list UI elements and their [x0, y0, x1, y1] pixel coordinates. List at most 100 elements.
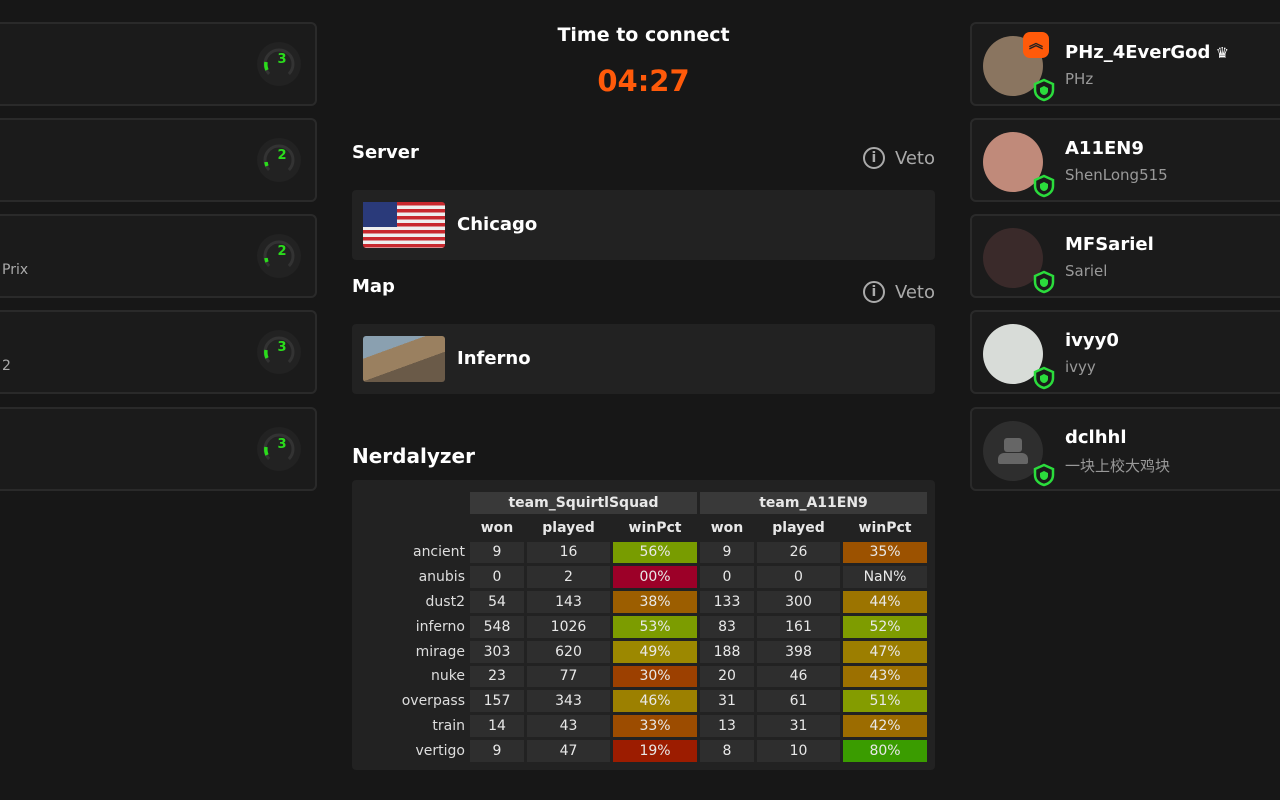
info-icon: i: [862, 147, 885, 169]
map-stats-table: team_SquirtlSquad team_A11EN9 won played wi…: [366, 489, 930, 765]
avatar: [983, 228, 1055, 294]
player-card[interactable]: ︽ PHz_4EverGod ♛ PHz: [970, 22, 1280, 106]
skill-level-badge: 3: [257, 42, 301, 86]
played-cell: 77: [527, 665, 610, 688]
player-card[interactable]: dclhhl 一块上校大鸡块: [970, 407, 1280, 491]
skill-level: 3: [277, 340, 287, 355]
winpct-cell: 42%: [843, 715, 927, 737]
won-cell: 8: [700, 739, 754, 762]
skill-level-badge: 2: [257, 234, 301, 278]
skill-level: 3: [277, 437, 287, 452]
avatar: [983, 421, 1055, 487]
col-winpct: winPct: [628, 519, 682, 536]
server-veto-button[interactable]: i Veto: [862, 147, 935, 169]
table-row: train 14 43 33% 13 31 42%: [369, 715, 927, 737]
skill-level: 3: [277, 52, 287, 67]
player-card[interactable]: A11EN9 ShenLong515: [970, 118, 1280, 202]
map-name: train: [432, 718, 465, 735]
played-cell: 46: [757, 665, 840, 688]
winpct-cell: 19%: [613, 739, 697, 762]
winpct-cell: 52%: [843, 615, 927, 638]
col-winpct: winPct: [858, 519, 912, 536]
winpct-cell: 00%: [613, 566, 697, 589]
player-nickname: Prix: [2, 262, 29, 278]
winpct-cell: 51%: [843, 690, 927, 713]
winpct-cell: NaN%: [843, 566, 927, 589]
winpct-cell: 44%: [843, 591, 927, 613]
server-name: Chicago: [457, 214, 538, 235]
col-won: won: [480, 519, 514, 536]
connect-title: Time to connect: [557, 24, 730, 46]
player-card[interactable]: 3: [0, 407, 317, 491]
won-cell: 31: [700, 690, 754, 713]
verified-shield-icon: [1033, 366, 1055, 390]
player-name: ivyy0: [1065, 330, 1119, 351]
won-cell: 20: [700, 665, 754, 688]
winpct-cell: 80%: [843, 739, 927, 762]
table-row: mirage 303 620 49% 188 398 47%: [369, 640, 927, 663]
info-icon: i: [862, 281, 885, 303]
map-name: vertigo: [415, 742, 466, 759]
player-card[interactable]: ivyy0 ivyy: [970, 310, 1280, 394]
player-card[interactable]: 3: [0, 22, 317, 106]
player-name: dclhhl: [1065, 427, 1127, 448]
verified-shield-icon: [1033, 463, 1055, 487]
col-played: played: [542, 519, 595, 536]
map-thumbnail: [363, 336, 445, 382]
played-cell: 47: [527, 739, 610, 762]
map-name: inferno: [415, 618, 465, 635]
player-card[interactable]: 2: [0, 118, 317, 202]
map-name: Inferno: [457, 348, 531, 369]
table-row: nuke 23 77 30% 20 46 43%: [369, 665, 927, 688]
avatar: [983, 132, 1055, 198]
played-cell: 2: [527, 566, 610, 589]
won-cell: 188: [700, 640, 754, 663]
player-nickname: PHz: [1065, 70, 1094, 88]
player-card[interactable]: 2 3: [0, 310, 317, 394]
won-cell: 548: [470, 615, 524, 638]
skill-level: 2: [277, 244, 287, 259]
skill-level-badge: 3: [257, 330, 301, 374]
won-cell: 9: [470, 739, 524, 762]
party-leader-icon: ︽: [1023, 32, 1049, 58]
crown-icon: ♛: [1210, 44, 1230, 62]
countdown-timer: 04:27: [597, 64, 690, 98]
skill-level: 2: [277, 148, 287, 163]
verified-shield-icon: [1033, 174, 1055, 198]
player-name: PHz_4EverGod ♛: [1065, 42, 1230, 63]
map-selection: Inferno: [352, 324, 935, 394]
table-row: overpass 157 343 46% 31 61 51%: [369, 690, 927, 713]
map-name: anubis: [418, 569, 465, 586]
played-cell: 143: [527, 591, 610, 613]
player-card[interactable]: Prix 2: [0, 214, 317, 298]
played-cell: 61: [757, 690, 840, 713]
played-cell: 0: [757, 566, 840, 589]
winpct-cell: 46%: [613, 690, 697, 713]
player-nickname: Sariel: [1065, 262, 1108, 280]
played-cell: 1026: [527, 615, 610, 638]
table-row: vertigo 9 47 19% 8 10 80%: [369, 739, 927, 762]
map-name: mirage: [415, 643, 465, 660]
verified-shield-icon: [1033, 270, 1055, 294]
played-cell: 620: [527, 640, 610, 663]
won-cell: 9: [700, 541, 754, 564]
server-label: Server: [352, 142, 419, 163]
won-cell: 54: [470, 591, 524, 613]
avatar: [983, 324, 1055, 390]
table-row: ancient 9 16 56% 9 26 35%: [369, 541, 927, 564]
player-name: A11EN9: [1065, 138, 1144, 159]
player-card[interactable]: MFSariel Sariel: [970, 214, 1280, 298]
player-nickname: 2: [2, 358, 11, 374]
player-nickname: ShenLong515: [1065, 166, 1168, 184]
won-cell: 23: [470, 665, 524, 688]
winpct-cell: 38%: [613, 591, 697, 613]
team1-header: team_SquirtlSquad: [470, 492, 697, 514]
player-nickname: 一块上校大鸡块: [1065, 457, 1171, 475]
won-cell: 83: [700, 615, 754, 638]
server-selection: Chicago: [352, 190, 935, 260]
won-cell: 133: [700, 591, 754, 613]
played-cell: 26: [757, 541, 840, 564]
map-veto-button[interactable]: i Veto: [862, 281, 935, 303]
winpct-cell: 35%: [843, 541, 927, 564]
table-row: dust2 54 143 38% 133 300 44%: [369, 591, 927, 613]
